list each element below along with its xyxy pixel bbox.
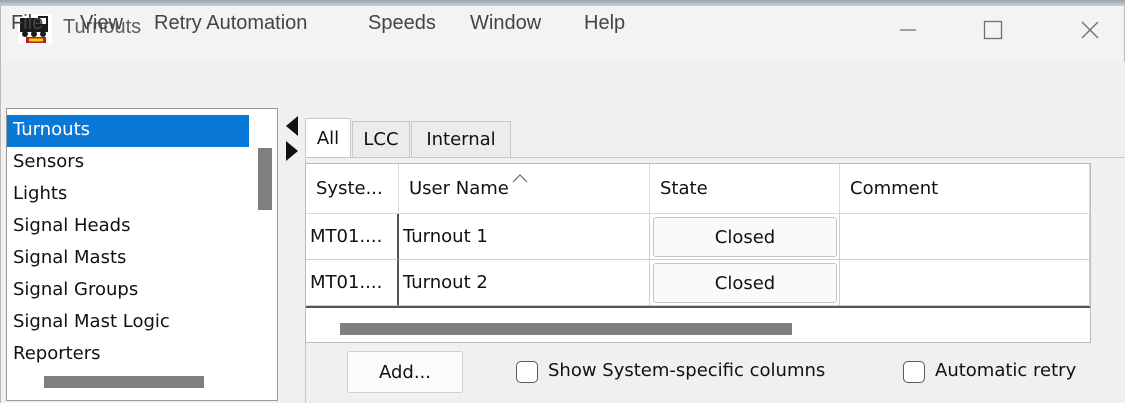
row1-system-cell[interactable]: MT01.... — [306, 214, 399, 260]
menu-view[interactable]: View — [80, 12, 123, 35]
menu-speeds[interactable]: Speeds — [368, 12, 436, 35]
tab-lcc[interactable]: LCC — [352, 121, 410, 157]
menu-window[interactable]: Window — [470, 12, 541, 35]
tab-all[interactable]: All — [305, 118, 351, 157]
row2-user-name-cell[interactable]: Turnout 2 — [399, 260, 650, 306]
maximize-button[interactable] — [961, 10, 1025, 50]
sidebar-item-turnouts[interactable]: Turnouts — [7, 115, 249, 147]
list-horizontal-scrollbar[interactable] — [44, 376, 204, 388]
minimize-button[interactable] — [876, 10, 940, 50]
automatic-retry-label: Automatic retry — [935, 360, 1077, 381]
menu-file[interactable]: File — [11, 12, 43, 35]
add-button[interactable]: Add... — [347, 351, 463, 393]
minimize-icon — [900, 29, 916, 31]
sidebar-item-signal-masts[interactable]: Signal Masts — [7, 243, 249, 275]
menu-help[interactable]: Help — [584, 12, 625, 35]
turnout-table: Syste... User Name State Comment MT01...… — [305, 163, 1091, 343]
collapse-left-arrow-icon[interactable] — [286, 116, 298, 140]
maximize-icon — [983, 20, 1003, 40]
sidebar-item-sensors[interactable]: Sensors — [7, 147, 249, 179]
sort-ascending-icon — [512, 168, 528, 187]
expand-right-arrow-icon[interactable] — [286, 141, 298, 165]
automatic-retry-checkbox[interactable] — [903, 361, 925, 383]
column-header-system[interactable]: Syste... — [306, 164, 399, 214]
sidebar-item-signal-heads[interactable]: Signal Heads — [7, 211, 249, 243]
menu-bar — [0, 62, 1125, 106]
table-horizontal-scrollbar[interactable] — [340, 323, 792, 335]
row1-user-name-cell[interactable]: Turnout 1 — [399, 214, 650, 260]
table-bottom-border — [306, 306, 1090, 308]
row2-system-cell[interactable]: MT01.... — [306, 260, 399, 306]
list-vertical-scrollbar[interactable] — [258, 148, 272, 210]
sidebar-item-signal-mast-logic[interactable]: Signal Mast Logic — [7, 307, 249, 339]
show-system-columns-checkbox[interactable] — [516, 361, 538, 383]
tab-internal[interactable]: Internal — [411, 121, 511, 157]
row2-state-button[interactable]: Closed — [653, 263, 837, 303]
close-icon — [1081, 21, 1099, 39]
sidebar-item-lights[interactable]: Lights — [7, 179, 249, 211]
show-system-columns-label: Show System-specific columns — [548, 360, 826, 381]
row2-comment-cell[interactable] — [840, 260, 1090, 306]
sidebar-item-signal-groups[interactable]: Signal Groups — [7, 275, 249, 307]
user-name-header-label: User Name — [409, 178, 509, 199]
close-button[interactable] — [1058, 10, 1122, 50]
row1-comment-cell[interactable] — [840, 214, 1090, 260]
menu-retry-automation[interactable]: Retry Automation — [154, 12, 307, 35]
table-type-list: Turnouts Sensors Lights Signal Heads Sig… — [6, 108, 278, 401]
column-header-comment[interactable]: Comment — [840, 164, 1090, 214]
sidebar-item-reporters[interactable]: Reporters — [7, 339, 249, 371]
row1-state-button[interactable]: Closed — [653, 217, 837, 257]
column-header-state[interactable]: State — [650, 164, 840, 214]
